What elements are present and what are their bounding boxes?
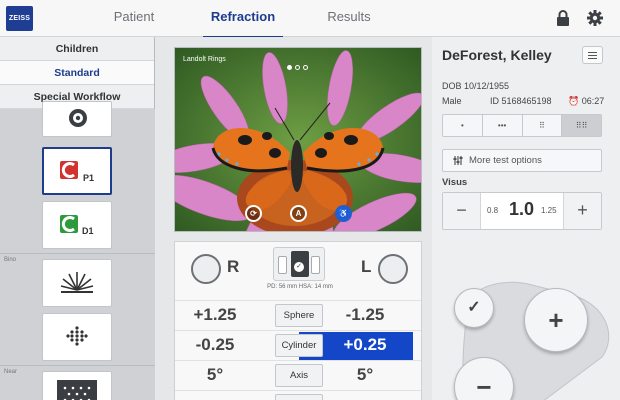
sphere-button[interactable]: Sphere	[275, 304, 323, 327]
test-tile-grid[interactable]	[42, 371, 112, 400]
patient-id: ID 5168465198	[490, 96, 552, 106]
page-dot[interactable]	[295, 65, 300, 70]
section-divider	[0, 253, 155, 254]
next-row	[175, 390, 421, 400]
cylinder-row: -0.25 Cylinder +0.25	[175, 330, 421, 360]
test-tile-fan[interactable]	[42, 259, 112, 307]
green-test-icon	[60, 215, 78, 233]
fan-chart-icon	[60, 272, 94, 293]
visus-stepper: − 0.8 1.0 1.25 +	[442, 192, 602, 230]
confirm-button[interactable]: ✓	[454, 288, 494, 328]
tile-label-d1: D1	[82, 226, 94, 236]
sphere-left-value[interactable]: -1.25	[325, 305, 405, 325]
grid-pattern-icon	[57, 380, 97, 400]
time-value: 06:27	[581, 96, 605, 106]
patient-dob: DOB 10/12/1955	[442, 81, 510, 91]
page-indicator[interactable]	[287, 57, 311, 75]
left-eye-label: L	[361, 257, 372, 276]
a-icon[interactable]: A	[290, 205, 307, 222]
right-eye-toggle[interactable]	[191, 254, 221, 284]
refraction-panel: R ✓ PD: 56 mm HSA: 14 mm L +1.25 Sphere …	[174, 241, 422, 400]
check-icon: ✓	[294, 262, 304, 272]
view-mode-single[interactable]: •	[443, 115, 483, 136]
tab-patient[interactable]: Patient	[74, 0, 194, 37]
cylinder-button[interactable]: Cylinder	[275, 334, 323, 357]
sphere-row: +1.25 Sphere -1.25	[175, 300, 421, 330]
accessibility-icon[interactable]: ♿	[335, 205, 352, 222]
joystick-control: ✓ + −	[442, 277, 620, 400]
patient-sex: Male	[442, 96, 462, 106]
image-label: Landolt Rings	[183, 56, 226, 63]
phoropter-right-lens	[311, 256, 320, 274]
left-eye-toggle[interactable]	[378, 254, 408, 284]
phoropter-left-lens	[278, 256, 287, 274]
view-mode-row[interactable]: •••	[483, 115, 523, 136]
tab-results[interactable]: Results	[289, 0, 409, 37]
axis-right-value[interactable]: 5°	[175, 365, 255, 385]
tab-refraction[interactable]: Refraction	[183, 0, 303, 38]
visus-decrease-button[interactable]: −	[443, 193, 481, 229]
right-eye-label: R	[227, 257, 240, 276]
test-tile-target[interactable]	[42, 101, 112, 137]
visus-next-value[interactable]: 1.25	[541, 206, 557, 215]
axis-left-value[interactable]: 5°	[325, 365, 405, 385]
next-parameter-button[interactable]	[275, 394, 323, 400]
axis-button[interactable]: Axis	[275, 364, 323, 387]
visus-increase-button[interactable]: +	[563, 193, 601, 229]
patient-panel: DeForest, Kelley DOB 10/12/1955 Male ID …	[432, 37, 620, 400]
view-mode-selector[interactable]: • ••• ⠿ ⠿⠿	[442, 114, 602, 137]
top-bar: ZEISS Patient Refraction Results	[0, 0, 620, 38]
mode-standard[interactable]: Standard	[0, 61, 154, 85]
tile-label-p1: P1	[83, 173, 95, 183]
view-mode-grid[interactable]: ⠿	[523, 115, 563, 136]
test-list[interactable]: P1 D1 Bino Near	[0, 101, 155, 400]
menu-icon[interactable]	[582, 46, 603, 64]
mode-children[interactable]: Children	[0, 37, 154, 61]
sliders-icon	[453, 156, 463, 165]
visus-current-value: 1.0	[509, 199, 535, 219]
page-dot[interactable]	[287, 65, 292, 70]
patient-name: DeForest, Kelley	[442, 47, 552, 63]
visus-label: Visus	[442, 177, 468, 188]
cylinder-right-value[interactable]: -0.25	[175, 335, 255, 355]
test-sidebar: Children Standard Special Workflow P1 D1	[0, 37, 155, 400]
section-label-near: Near	[4, 369, 18, 375]
pd-hsa-text: PD: 56 mm HSA: 14 mm	[267, 284, 333, 290]
section-label-bino: Bino	[4, 257, 17, 263]
joystick-plus-button[interactable]: +	[524, 288, 588, 352]
red-green-icon	[60, 161, 78, 179]
phoropter-body: ✓	[291, 251, 309, 277]
test-tile-dots[interactable]	[42, 313, 112, 361]
more-test-options-label: More test options	[469, 155, 542, 166]
test-tile-d1[interactable]: D1	[42, 201, 112, 249]
session-time: ⏰ 06:27	[568, 96, 604, 107]
gear-icon[interactable]	[586, 9, 604, 27]
phoropter-device[interactable]: ✓	[273, 247, 325, 281]
visus-prev-value[interactable]: 0.8	[487, 206, 498, 215]
zeiss-logo: ZEISS	[6, 6, 33, 31]
more-test-options-button[interactable]: More test options	[442, 149, 602, 172]
view-mode-dense[interactable]: ⠿⠿	[562, 115, 601, 136]
lock-icon[interactable]	[556, 10, 570, 26]
cylinder-left-value[interactable]: +0.25	[325, 335, 405, 355]
target-icon	[69, 109, 87, 127]
page-dot[interactable]	[303, 65, 308, 70]
axis-row: 5° Axis 5°	[175, 360, 421, 390]
rotate-icon[interactable]: ⟳	[245, 205, 262, 222]
sphere-right-value[interactable]: +1.25	[175, 305, 255, 325]
main-panel: Landolt Rings ⟳ A ♿ R ✓ PD: 56 mm HSA: 1…	[155, 37, 432, 400]
dot-pattern-icon	[66, 326, 88, 346]
section-divider	[0, 365, 155, 366]
test-image-viewer[interactable]: Landolt Rings ⟳ A ♿	[174, 47, 422, 232]
alarm-clock-icon: ⏰	[568, 96, 580, 106]
test-tile-p1[interactable]: P1	[42, 147, 112, 195]
